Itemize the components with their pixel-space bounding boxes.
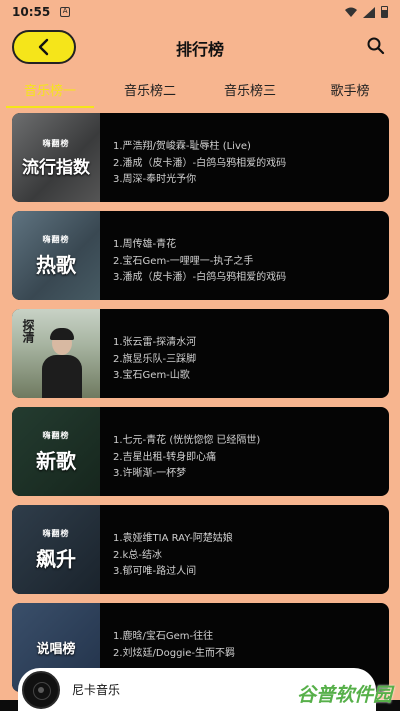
song-list: 1.袁娅维TIA RAY-阿楚姑娘 2.k总-结冰 3.郁可唯-路过人间 <box>100 505 389 594</box>
singer-portrait <box>42 328 82 398</box>
battery-icon <box>381 6 388 18</box>
tab-music-chart-1[interactable]: 音乐榜一 <box>0 72 100 108</box>
song-list: 1.严浩翔/贺峻霖-耻辱柱 (Live) 2.潘成（皮卡潘）-白鸽乌鸦相爱的戏码… <box>100 113 389 202</box>
chart-cover: 嗨翻榜 热歌 <box>12 211 100 300</box>
song-item: 1.张云雷-探清水河 <box>113 337 197 348</box>
song-item: 3.潘成（皮卡潘）-白鸽乌鸦相爱的戏码 <box>113 272 287 283</box>
song-item: 1.鹿晗/宝石Gem-往往 <box>113 631 214 642</box>
chart-name: 说唱榜 <box>36 642 76 657</box>
song-item: 1.袁娅维TIA RAY-阿楚姑娘 <box>113 533 233 544</box>
song-item: 3.周深-奉时光予你 <box>113 174 197 185</box>
cover-calligraphy: 探清 <box>21 319 35 343</box>
chart-name: 飙升 <box>36 546 76 571</box>
page-title: 排行榜 <box>175 40 224 59</box>
tab-bar: 音乐榜一 音乐榜二 音乐榜三 歌手榜 <box>0 72 400 108</box>
chart-cover: 探清 <box>12 309 100 398</box>
tab-label: 音乐榜三 <box>223 84 276 99</box>
tab-music-chart-3[interactable]: 音乐榜三 <box>200 72 300 108</box>
song-list: 1.周传雄-青花 2.宝石Gem-一哩哩一-执子之手 3.潘成（皮卡潘）-白鸽乌… <box>100 211 389 300</box>
status-time: 10:55 <box>12 5 51 19</box>
chart-name: 热歌 <box>36 252 76 277</box>
song-item: 1.周传雄-青花 <box>113 239 177 250</box>
chart-cover: 嗨翻榜 飙升 <box>12 505 100 594</box>
chart-card[interactable]: 嗨翻榜 新歌 1.七元-青花 (恍恍惚惚 已经隔世) 2.吉星出租-转身即心痛 … <box>12 407 389 496</box>
chart-brand: 嗨翻榜 <box>42 138 70 148</box>
song-item: 2.旗昱乐队-三踩脚 <box>113 353 197 365</box>
chart-brand: 嗨翻榜 <box>42 430 70 440</box>
chart-cover: 嗨翻榜 流行指数 <box>12 113 100 202</box>
player-title: 尼卡音乐 <box>72 683 121 697</box>
chart-card[interactable]: 嗨翻榜 热歌 1.周传雄-青花 2.宝石Gem-一哩哩一-执子之手 3.潘成（皮… <box>12 211 389 300</box>
signal-icon <box>363 6 375 18</box>
tab-label: 音乐榜一 <box>23 84 76 99</box>
song-list: 1.张云雷-探清水河 2.旗昱乐队-三踩脚 3.宝石Gem-山歌 <box>100 309 389 398</box>
notification-icon: A <box>60 7 71 17</box>
chart-brand: 嗨翻榜 <box>42 234 70 244</box>
tab-label: 音乐榜二 <box>123 84 176 99</box>
tab-music-chart-2[interactable]: 音乐榜二 <box>100 72 200 108</box>
song-list: 1.七元-青花 (恍恍惚惚 已经隔世) 2.吉星出租-转身即心痛 3.许晰渐-一… <box>100 407 389 496</box>
song-item: 3.宝石Gem-山歌 <box>113 370 190 381</box>
chart-brand: 嗨翻榜 <box>42 528 70 538</box>
song-item: 3.许晰渐-一杯梦 <box>113 468 187 479</box>
watermark-logo: 谷普软件园 <box>296 684 392 706</box>
song-item: 2.潘成（皮卡潘）-白鸽乌鸦相爱的戏码 <box>113 157 287 169</box>
status-bar: 10:55 A <box>0 0 400 24</box>
chart-cover: 嗨翻榜 新歌 <box>12 407 100 496</box>
song-item: 1.严浩翔/贺峻霖-耻辱柱 (Live) <box>113 141 251 152</box>
song-item: 2.宝石Gem-一哩哩一-执子之手 <box>113 255 254 267</box>
chart-name: 流行指数 <box>22 157 90 178</box>
chart-card[interactable]: 嗨翻榜 流行指数 1.严浩翔/贺峻霖-耻辱柱 (Live) 2.潘成（皮卡潘）-… <box>12 113 389 202</box>
chart-list: 嗨翻榜 流行指数 1.严浩翔/贺峻霖-耻辱柱 (Live) 2.潘成（皮卡潘）-… <box>12 113 389 701</box>
chart-card[interactable]: 探清 1.张云雷-探清水河 2.旗昱乐队-三踩脚 3.宝石Gem-山歌 <box>12 309 389 398</box>
search-icon[interactable] <box>366 36 386 56</box>
chart-card[interactable]: 嗨翻榜 飙升 1.袁娅维TIA RAY-阿楚姑娘 2.k总-结冰 3.郁可唯-路… <box>12 505 389 594</box>
song-item: 2.刘炫廷/Doggie-生而不羁 <box>113 647 235 659</box>
song-item: 2.吉星出租-转身即心痛 <box>113 451 217 463</box>
song-item: 2.k总-结冰 <box>113 549 162 561</box>
tab-indicator <box>6 106 94 108</box>
tab-label: 歌手榜 <box>330 84 370 99</box>
song-item: 3.郁可唯-路过人间 <box>113 566 197 577</box>
tab-singer-chart[interactable]: 歌手榜 <box>300 72 400 108</box>
vinyl-disc-icon[interactable] <box>22 670 60 709</box>
app-header: 排行榜 <box>0 28 400 68</box>
song-item: 1.七元-青花 (恍恍惚惚 已经隔世) <box>113 435 261 446</box>
wifi-icon <box>345 7 357 17</box>
chart-name: 新歌 <box>36 448 76 473</box>
